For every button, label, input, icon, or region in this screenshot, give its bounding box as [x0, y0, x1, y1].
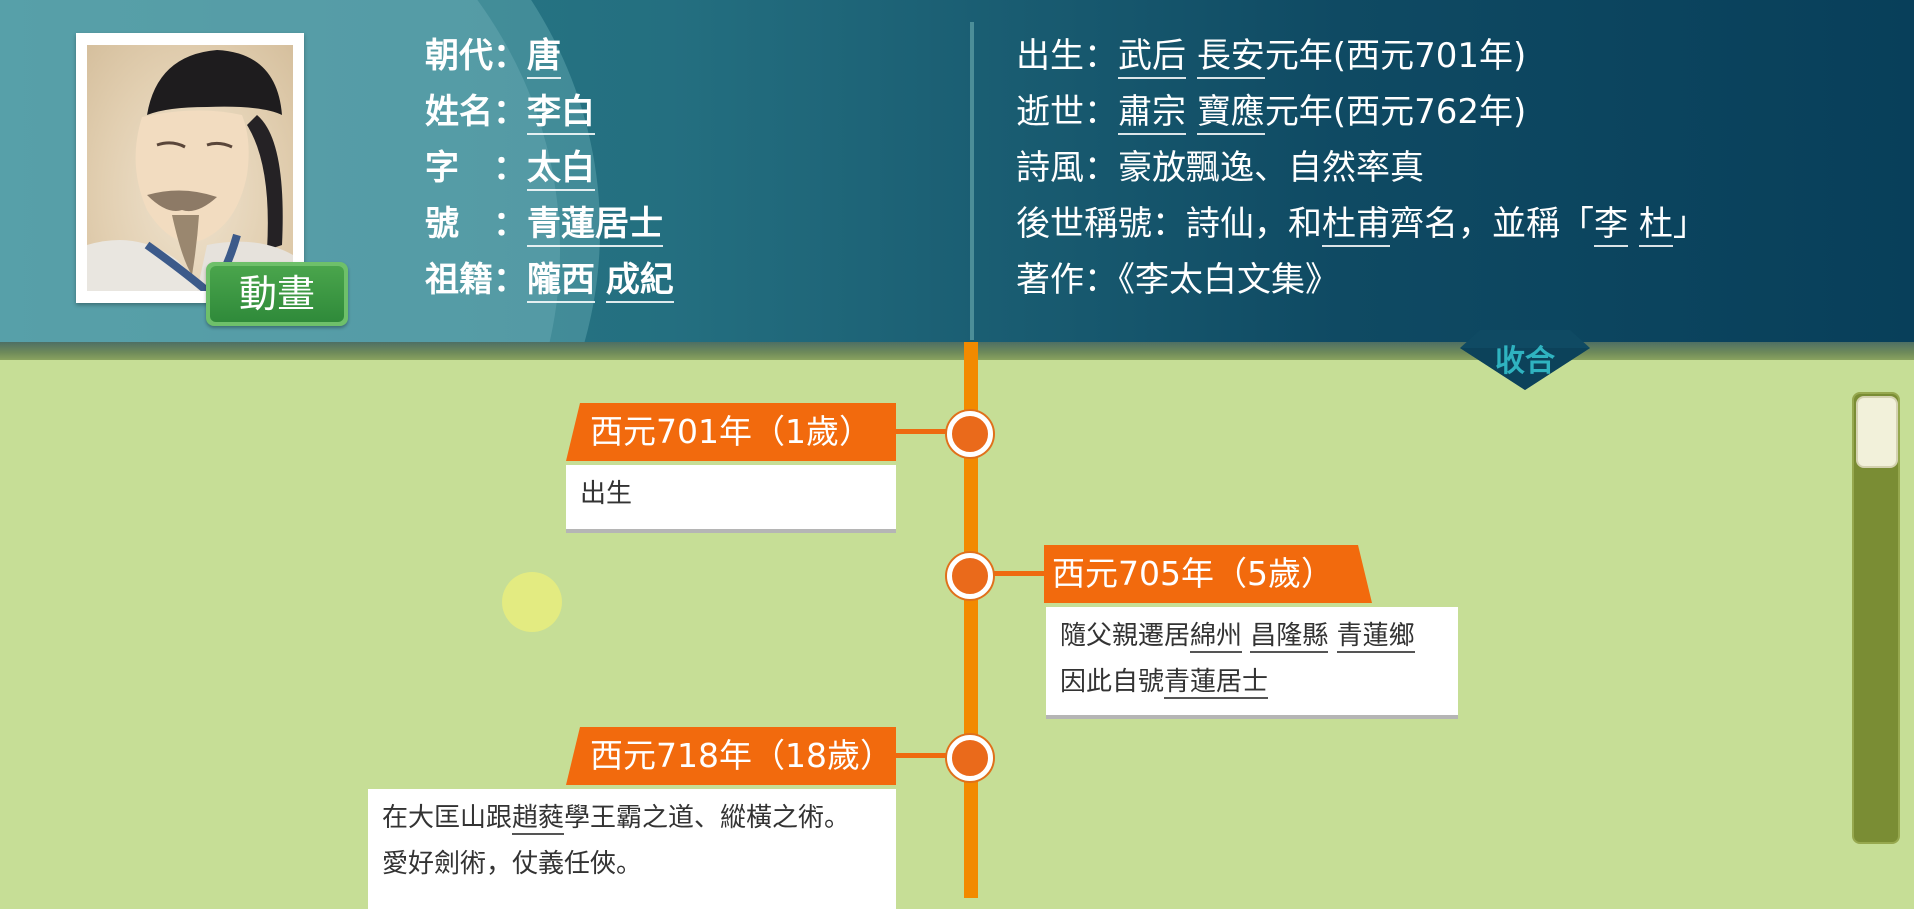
courtesy-name-link[interactable]: 太白 — [527, 148, 595, 191]
dynasty-label: 朝代： — [425, 36, 527, 76]
timeline-event-box: 在大匡山跟趙蕤學王霸之道、縱橫之術。 愛好劍術，仗義任俠。 — [368, 789, 896, 909]
timeline-event-box: 隨父親遷居綿州 昌隆縣 青蓮鄉 因此自號青蓮居士 — [1046, 607, 1458, 715]
honorific-title-text-2: 齊名，並稱「 — [1390, 204, 1594, 244]
ancestral-home-label: 祖籍： — [425, 260, 527, 300]
event-text: 愛好劍術，仗義任俠。 — [382, 849, 643, 879]
birth-row: 出生：武后 長安元年(西元701年) — [1016, 32, 1526, 80]
header-bottom-band — [0, 342, 1914, 360]
name-row: 姓名：李白 — [425, 88, 595, 136]
dynasty-row: 朝代：唐 — [425, 32, 561, 80]
name-link[interactable]: 李白 — [527, 92, 595, 135]
timeline-year-tag: 西元705年（5歲） — [1044, 545, 1372, 603]
du-fu-link[interactable]: 杜甫 — [1322, 204, 1390, 247]
poetry-style-label: 詩風： — [1016, 148, 1118, 188]
animation-button-label: 動畫 — [210, 266, 344, 322]
works-row: 著作：《李太白文集》 — [1016, 256, 1339, 304]
honorific-title-label: 後世稱號： — [1016, 204, 1186, 244]
event-text: 在大匡山跟 — [382, 803, 513, 833]
death-emperor-link[interactable]: 肅宗 — [1118, 92, 1186, 135]
art-name-row: 號 ：青蓮居士 — [425, 200, 663, 248]
death-label: 逝世： — [1016, 92, 1118, 132]
qinglian-jushi-link[interactable]: 青蓮居士 — [1164, 667, 1269, 699]
art-name-link[interactable]: 青蓮居士 — [527, 204, 663, 247]
ancestral-home-row: 祖籍：隴西 成紀 — [425, 256, 674, 304]
ancestral-home-link-chengji[interactable]: 成紀 — [605, 260, 674, 303]
death-year-text: 元年(西元762年) — [1264, 92, 1527, 132]
honorific-title-row: 後世稱號：詩仙，和杜甫齊名，並稱「李 杜」 — [1016, 200, 1707, 248]
timeline-node[interactable] — [947, 411, 993, 457]
dynasty-link[interactable]: 唐 — [527, 36, 561, 79]
art-name-label: 號 ： — [425, 204, 527, 244]
poetry-style-row: 詩風：豪放飄逸、自然率真 — [1016, 144, 1424, 192]
event-text: 學王霸之道、縱橫之術。 — [564, 803, 851, 833]
scrollbar-thumb[interactable] — [1856, 396, 1898, 468]
qinglian-village-link[interactable]: 青蓮鄉 — [1336, 621, 1415, 653]
timeline-event-box: 出生 — [566, 465, 896, 529]
li-link[interactable]: 李 — [1594, 204, 1628, 247]
works-text: 《李太白文集》 — [1118, 260, 1339, 300]
honorific-title-text-3: 」 — [1672, 204, 1707, 244]
zhao-rui-link[interactable]: 趙蕤 — [512, 803, 565, 835]
courtesy-name-label: 字 ： — [425, 148, 527, 188]
birth-emperor-link[interactable]: 武后 — [1118, 36, 1186, 79]
poetry-style-text: 豪放飄逸、自然率真 — [1118, 148, 1424, 188]
du-link[interactable]: 杜 — [1638, 204, 1673, 247]
portrait-image — [87, 45, 293, 291]
event-description-line: 愛好劍術，仗義任俠。 — [382, 841, 882, 887]
timeline-connector — [896, 429, 948, 434]
header-divider — [970, 22, 974, 340]
ancestral-home-link-longxi[interactable]: 隴西 — [527, 260, 595, 303]
death-row: 逝世：肅宗 寶應元年(西元762年) — [1016, 88, 1526, 136]
poet-info-header: 動畫 朝代：唐 姓名：李白 字 ：太白 號 ：青蓮居士 祖籍：隴西 成紀 出生：… — [0, 0, 1914, 342]
birth-era-link[interactable]: 長安 — [1196, 36, 1265, 79]
cursor-highlight — [502, 572, 562, 632]
death-era-link[interactable]: 寶應 — [1196, 92, 1265, 135]
honorific-title-text: 詩仙，和 — [1186, 204, 1322, 244]
works-label: 著作： — [1016, 260, 1118, 300]
animation-button[interactable]: 動畫 — [206, 262, 348, 326]
timeline-node[interactable] — [947, 553, 993, 599]
timeline-connector — [990, 571, 1044, 576]
event-description-line: 隨父親遷居綿州 昌隆縣 青蓮鄉 — [1060, 613, 1444, 659]
birth-year-text: 元年(西元701年) — [1264, 36, 1527, 76]
birth-label: 出生： — [1016, 36, 1118, 76]
changlong-link[interactable]: 昌隆縣 — [1250, 621, 1329, 653]
event-text: 隨父親遷居 — [1060, 621, 1191, 651]
event-description-line: 在大匡山跟趙蕤學王霸之道、縱橫之術。 — [382, 795, 882, 841]
timeline-year-tag: 西元718年（18歲） — [566, 727, 896, 785]
name-label: 姓名： — [425, 92, 527, 132]
event-description: 出生 — [580, 479, 633, 509]
timeline-node[interactable] — [947, 735, 993, 781]
timeline-year-tag: 西元701年（1歲） — [566, 403, 896, 461]
timeline-connector — [896, 753, 948, 758]
mianzhou-link[interactable]: 綿州 — [1190, 621, 1243, 653]
collapse-button[interactable]: 收合 — [1460, 330, 1590, 390]
event-description-line: 因此自號青蓮居士 — [1060, 659, 1444, 705]
collapse-label: 收合 — [1495, 344, 1555, 379]
courtesy-name-row: 字 ：太白 — [425, 144, 595, 192]
event-text: 因此自號 — [1060, 667, 1165, 697]
